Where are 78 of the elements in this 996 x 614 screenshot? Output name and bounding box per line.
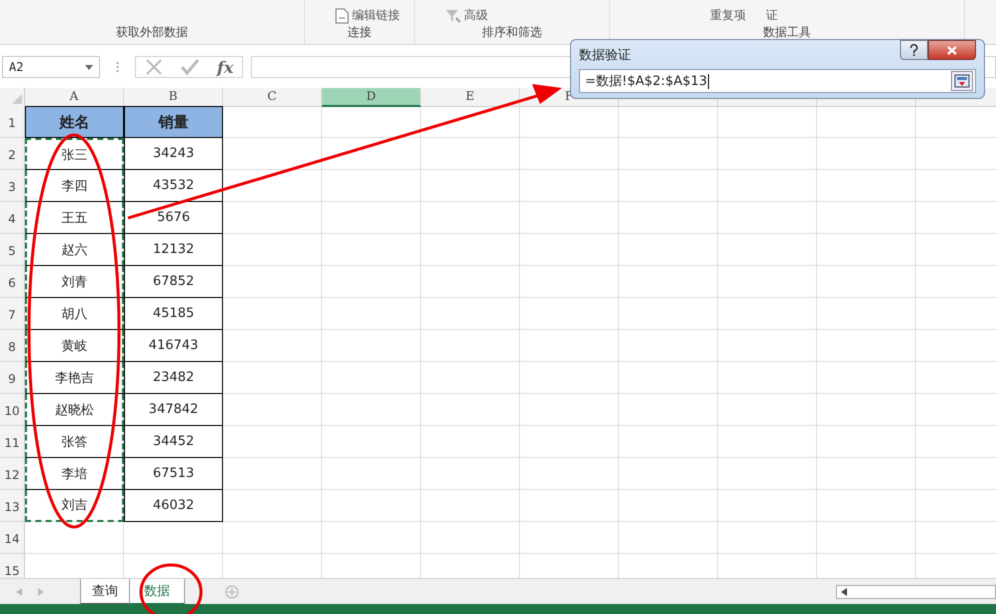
row-header[interactable]: 1: [0, 106, 25, 138]
help-button[interactable]: [900, 40, 928, 60]
table-cell: 张三: [25, 138, 124, 170]
document-link-icon: [335, 8, 349, 24]
row-header[interactable]: 3: [0, 170, 25, 202]
group-label: 数据工具: [762, 24, 812, 41]
row-header[interactable]: 7: [0, 298, 25, 330]
table-cell: 12132: [124, 234, 223, 266]
cancel-icon[interactable]: [144, 58, 163, 76]
dialog-title: 数据验证: [579, 47, 631, 64]
range-input[interactable]: =数据!$A$2:$A$13: [579, 69, 976, 93]
insert-function-button[interactable]: fx: [216, 58, 234, 76]
table-cell: 张答: [25, 426, 124, 458]
row-header[interactable]: 9: [0, 362, 25, 394]
select-all-corner[interactable]: [0, 88, 25, 107]
table-cell: 45185: [124, 298, 223, 330]
ribbon-button[interactable]: 证: [766, 7, 778, 24]
name-box[interactable]: A2: [2, 56, 100, 78]
column-header[interactable]: D: [322, 88, 421, 107]
table-cell: 23482: [124, 362, 223, 394]
table-header-cell: 销量: [124, 106, 223, 138]
table-cell: 刘青: [25, 266, 124, 298]
table-cell: 王五: [25, 202, 124, 234]
table-cell: 刘吉: [25, 490, 124, 522]
table-cell: 416743: [124, 330, 223, 362]
row-header[interactable]: 12: [0, 458, 25, 490]
add-sheet-icon[interactable]: [225, 584, 239, 598]
sheet-tab[interactable]: 查询: [80, 578, 130, 604]
triangle-icon: [12, 94, 22, 104]
table-cell: 胡八: [25, 298, 124, 330]
close-icon: [947, 46, 957, 54]
column-header[interactable]: C: [223, 88, 322, 107]
table-cell: 李培: [25, 458, 124, 490]
table-cell: 67513: [124, 458, 223, 490]
expand-dialog-button[interactable]: [951, 71, 973, 91]
row-header[interactable]: 15: [0, 554, 25, 578]
row-header[interactable]: 6: [0, 266, 25, 298]
row-header[interactable]: 11: [0, 426, 25, 458]
table-cell: 赵六: [25, 234, 124, 266]
sheet-tab[interactable]: 数据: [130, 578, 185, 604]
column-header[interactable]: E: [421, 88, 520, 107]
group-label: 获取外部数据: [115, 24, 189, 41]
close-button[interactable]: [928, 40, 976, 60]
table-cell: 347842: [124, 394, 223, 426]
table-header-cell: 姓名: [25, 106, 124, 138]
row-header[interactable]: 5: [0, 234, 25, 266]
more-icon: [116, 61, 119, 73]
table-cell: 46032: [124, 490, 223, 522]
row-header[interactable]: 14: [0, 522, 25, 554]
horizontal-scrollbar[interactable]: [836, 584, 996, 598]
row-header[interactable]: 13: [0, 490, 25, 522]
column-header[interactable]: B: [124, 88, 223, 107]
table-cell: 李艳吉: [25, 362, 124, 394]
table-cell: 赵晓松: [25, 394, 124, 426]
group-label: 排序和筛选: [481, 24, 543, 41]
table-cell: 34243: [124, 138, 223, 170]
table-cell: 李四: [25, 170, 124, 202]
table-cell: 67852: [124, 266, 223, 298]
filter-icon: [445, 8, 461, 24]
table-cell: 34452: [124, 426, 223, 458]
row-header[interactable]: 10: [0, 394, 25, 426]
table-cell: 43532: [124, 170, 223, 202]
row-header[interactable]: 2: [0, 138, 25, 170]
row-header[interactable]: 4: [0, 202, 25, 234]
group-label: 连接: [346, 24, 372, 41]
check-icon[interactable]: [180, 58, 200, 76]
column-header[interactable]: A: [25, 88, 124, 107]
collapse-dialog-icon: [954, 74, 970, 88]
ribbon-button[interactable]: 重复项: [710, 7, 746, 24]
scroll-right-icon[interactable]: [38, 588, 44, 596]
table-cell: 5676: [124, 202, 223, 234]
question-icon: [909, 44, 919, 56]
table-cell: 黄岐: [25, 330, 124, 362]
scroll-left-icon[interactable]: [841, 588, 847, 596]
advanced-filter-button[interactable]: 高级: [445, 7, 488, 24]
dropdown-caret-icon: [85, 64, 93, 70]
edit-links-button[interactable]: 编辑链接: [335, 7, 400, 24]
row-header[interactable]: 8: [0, 330, 25, 362]
